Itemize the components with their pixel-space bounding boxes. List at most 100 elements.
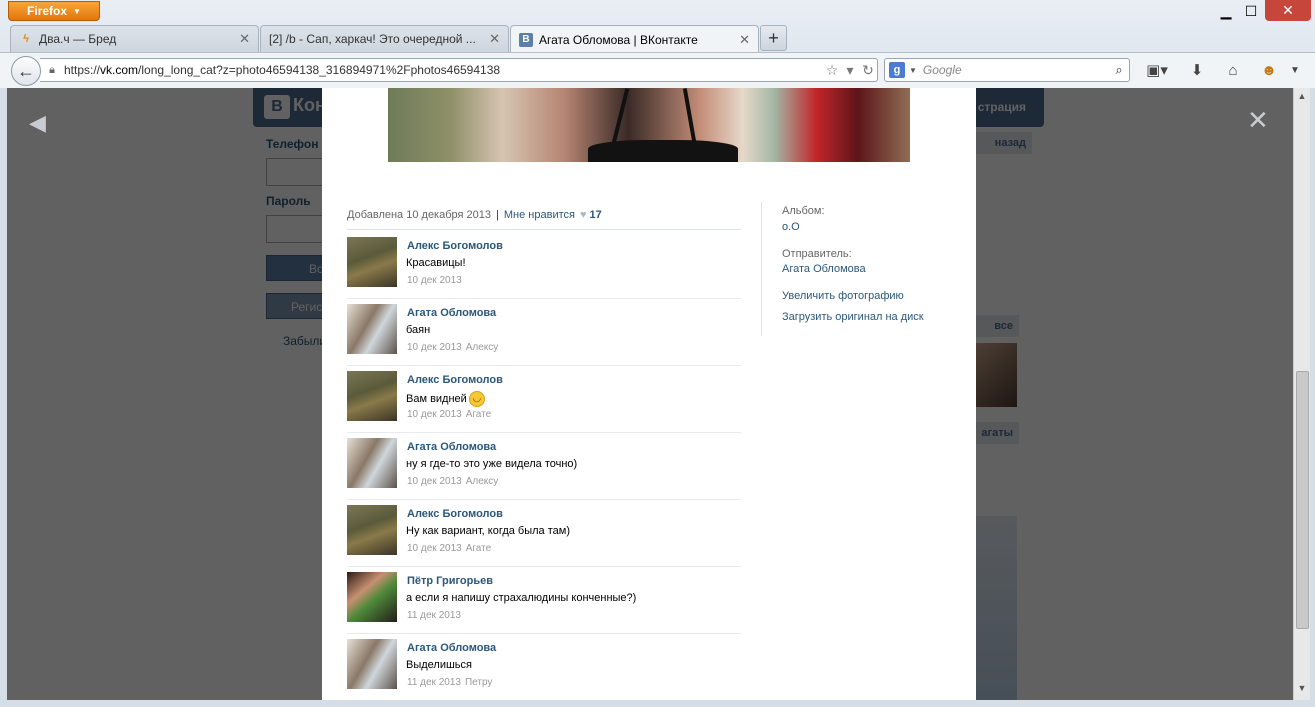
avatar[interactable] xyxy=(347,639,397,689)
comment-reply-to[interactable]: Агате xyxy=(466,409,491,420)
search-icon[interactable]: ⌕ xyxy=(1109,62,1129,78)
phone-label: Телефон xyxy=(266,137,319,151)
enlarge-photo-link[interactable]: Увеличить фотографию xyxy=(782,290,904,302)
tab-dvach[interactable]: ϟ Два.ч — Бред ✕ xyxy=(10,25,259,52)
firefox-menu-button[interactable]: Firefox ▼ xyxy=(8,1,100,21)
comment-date-wrap: 10 дек 2013 Алексу xyxy=(407,476,498,487)
all-label[interactable]: все xyxy=(976,315,1019,337)
scroll-down-icon[interactable]: ▼ xyxy=(1296,683,1308,697)
album-link[interactable]: о.О xyxy=(782,221,800,233)
tab-vkontakte[interactable]: B Агата Обломова | ВКонтакте ✕ xyxy=(510,25,759,53)
like-count[interactable]: 17 xyxy=(590,209,602,221)
comment-author-link[interactable]: Алекс Богомолов xyxy=(407,374,503,386)
comment-text: ну я где-то это уже видела точно) xyxy=(406,458,578,470)
new-tab-button[interactable]: + xyxy=(760,25,787,51)
comment-reply-to[interactable]: Алексу xyxy=(466,342,499,353)
avatar[interactable] xyxy=(347,304,397,354)
addon-face-icon[interactable]: ☻ xyxy=(1258,59,1280,81)
photo-detail xyxy=(610,88,630,148)
vk-favicon-icon: B xyxy=(519,32,533,47)
downloads-icon[interactable]: ⬇ xyxy=(1186,59,1208,81)
photo-meta: Добавлена 10 декабря 2013 | Мне нравится ♥ 1… xyxy=(347,209,602,221)
avatar[interactable] xyxy=(347,572,397,622)
comment-author-link[interactable]: Агата Обломова xyxy=(407,307,496,319)
comment-text: Ну как вариант, когда была там) xyxy=(406,525,570,537)
comment-date-wrap: 10 дек 2013 Алексу xyxy=(407,342,498,353)
forgot-password-link[interactable]: Забыли xyxy=(283,334,326,348)
comment-text-wrap: Выделишься xyxy=(406,659,472,671)
scrollbar-thumb[interactable] xyxy=(1296,371,1309,629)
previous-photo-arrow[interactable]: ◀ xyxy=(29,110,46,136)
page-viewport: В Конт страция Телефон Пароль Во Регис З… xyxy=(7,88,1293,700)
comment-reply-to[interactable]: Петру xyxy=(465,677,492,688)
comment-item: Агата Обломова баян 10 дек 2013 Алексу xyxy=(347,298,741,366)
comment-author-link[interactable]: Алекс Богомолов xyxy=(407,240,503,252)
download-original-link[interactable]: Загрузить оригинал на диск xyxy=(782,311,924,323)
bookmark-star-icon[interactable]: ☆ xyxy=(823,62,841,79)
pages-label[interactable]: агаты xyxy=(976,422,1019,444)
sender-link[interactable]: Агата Обломова xyxy=(782,263,866,275)
close-viewer-button[interactable]: ✕ xyxy=(1247,105,1269,136)
close-window-button[interactable]: ✕ xyxy=(1265,0,1311,21)
chevron-down-icon: ▼ xyxy=(73,6,81,16)
history-dropdown-icon[interactable]: ▾ xyxy=(841,62,859,79)
close-tab-icon[interactable]: ✕ xyxy=(239,31,250,47)
avatar[interactable] xyxy=(347,371,397,421)
avatar[interactable] xyxy=(347,505,397,555)
comment-author-link[interactable]: Агата Обломова xyxy=(407,642,496,654)
window-frame-bottom xyxy=(0,700,1315,707)
tab-dvach-thread[interactable]: [2] /b - Сап, харкач! Это очередной ... … xyxy=(260,25,509,52)
window-frame-right xyxy=(1310,88,1315,707)
comment-reply-to[interactable]: Алексу xyxy=(466,476,499,487)
comment-text-wrap: Ну как вариант, когда была там) xyxy=(406,525,570,537)
url-path: /long_long_cat?z=photo46594138_316894971… xyxy=(138,63,501,77)
scroll-up-icon[interactable]: ▲ xyxy=(1296,91,1308,105)
google-engine-icon[interactable]: g xyxy=(889,62,905,78)
bookmarks-icon[interactable]: ▣▾ xyxy=(1142,59,1172,81)
comment-date: 10 дек 2013 xyxy=(407,275,462,286)
avatar[interactable] xyxy=(347,237,397,287)
comment-item: Агата Обломова Выделишься 11 дек 2013 Петру xyxy=(347,633,741,700)
reload-icon[interactable]: ↻ xyxy=(859,62,877,79)
sender-label: Отправитель: xyxy=(782,248,852,260)
comment-date: 10 дек 2013 xyxy=(407,409,462,420)
comment-text-wrap: Красавицы! xyxy=(406,257,466,269)
url-prefix: https:// xyxy=(64,63,101,77)
comment-item: Алекс Богомолов Вам видней ◡ 10 дек 2013 Ага… xyxy=(347,365,741,433)
registration-link[interactable]: страция xyxy=(978,100,1026,114)
photo-image[interactable] xyxy=(388,88,910,162)
comment-date-wrap: 11 дек 2013 Петру xyxy=(407,677,492,688)
avatar[interactable] xyxy=(347,438,397,488)
close-tab-icon[interactable]: ✕ xyxy=(489,31,500,47)
url-text: https://vk.com/long_long_cat?z=photo4659… xyxy=(64,63,823,77)
back-label[interactable]: назад xyxy=(976,132,1032,154)
comment-date: 10 дек 2013 xyxy=(407,342,462,353)
added-date: Добавлена 10 декабря 2013 xyxy=(347,209,492,221)
close-tab-icon[interactable]: ✕ xyxy=(739,32,750,48)
home-icon[interactable]: ⌂ xyxy=(1222,59,1244,81)
maximize-button[interactable]: ☐ xyxy=(1240,0,1262,22)
comment-text: баян xyxy=(406,324,431,336)
page-scrollbar[interactable]: ▲ ▼ xyxy=(1293,88,1310,700)
heart-icon[interactable]: ♥ xyxy=(580,209,587,221)
search-box[interactable]: g ▼ Google ⌕ xyxy=(884,58,1130,82)
search-input[interactable]: Google xyxy=(923,63,1109,77)
back-button[interactable]: ← xyxy=(11,56,41,86)
meta-divider xyxy=(347,229,741,230)
chevron-down-icon[interactable]: ▼ xyxy=(909,66,917,75)
photo-detail xyxy=(682,88,698,148)
password-label: Пароль xyxy=(266,194,311,208)
minimize-button[interactable]: ▁ xyxy=(1216,0,1236,22)
tab-title: [2] /b - Сап, харкач! Это очередной ... xyxy=(269,32,476,46)
comment-reply-to[interactable]: Агате xyxy=(466,543,491,554)
comment-author-link[interactable]: Агата Обломова xyxy=(407,441,496,453)
comment-text: Вам видней xyxy=(406,392,467,405)
comment-author-link[interactable]: Пётр Григорьев xyxy=(407,575,493,587)
comment-text-wrap: ну я где-то это уже видела точно) xyxy=(406,458,577,470)
window-frame-left xyxy=(0,88,7,707)
like-link[interactable]: Мне нравится xyxy=(504,209,575,221)
menu-chevron-icon[interactable]: ▼ xyxy=(1286,59,1304,81)
address-bar[interactable]: 🔒︎ https://vk.com/long_long_cat?z=photo4… xyxy=(40,58,878,82)
comment-author-link[interactable]: Алекс Богомолов xyxy=(407,508,503,520)
lock-icon[interactable]: 🔒︎ xyxy=(40,64,64,77)
